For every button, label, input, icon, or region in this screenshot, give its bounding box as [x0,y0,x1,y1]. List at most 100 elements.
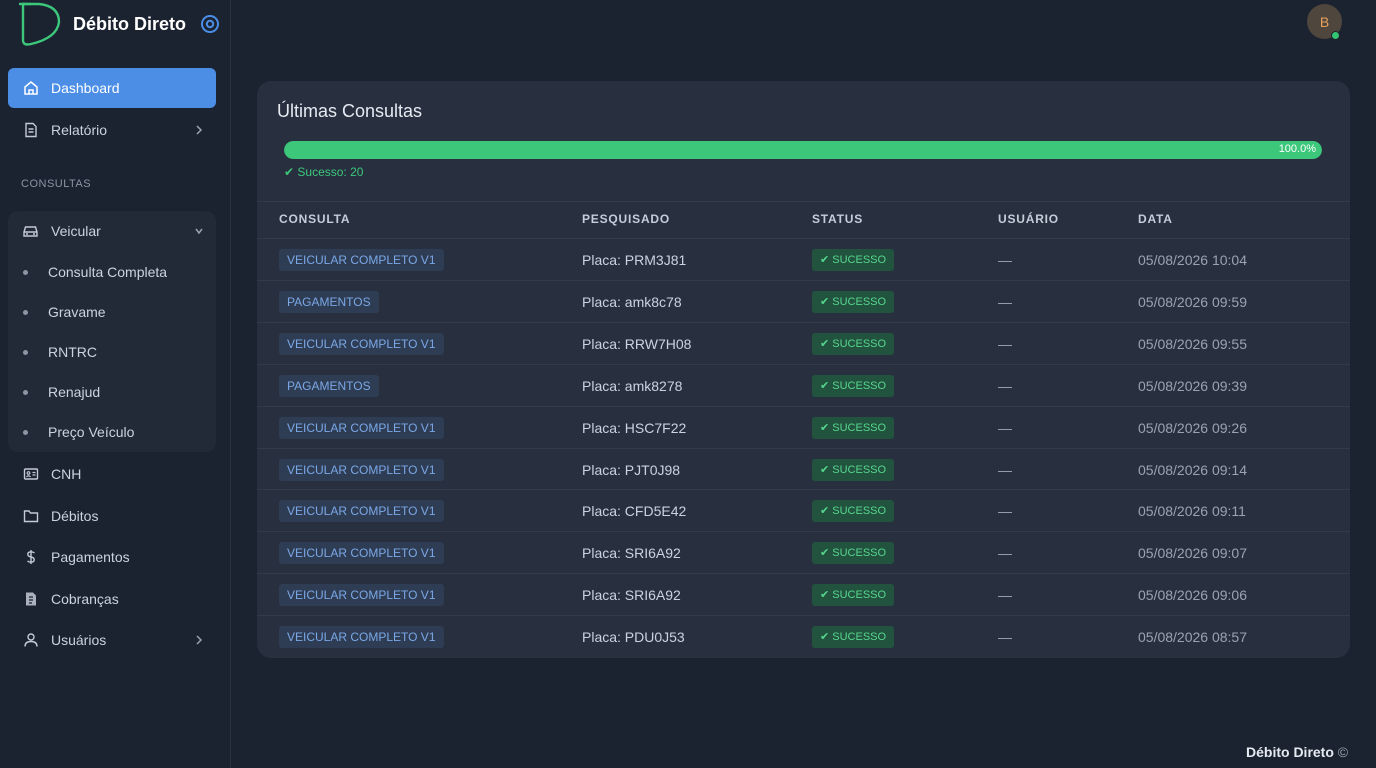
chevron-down-icon [195,228,203,235]
sidebar-item-label: Veicular [51,223,101,239]
consulta-tag: VEICULAR COMPLETO V1 [279,459,444,481]
consulta-tag: VEICULAR COMPLETO V1 [279,417,444,439]
receipt-icon [22,591,39,608]
subitem-consulta-completa[interactable]: Consulta Completa [23,262,167,282]
brand-title: Débito Direto [73,13,187,34]
cell-consulta: VEICULAR COMPLETO V1 [279,449,444,491]
home-icon [22,80,39,97]
consulta-tag: VEICULAR COMPLETO V1 [279,626,444,648]
table-row[interactable]: VEICULAR COMPLETO V1 Placa: HSC7F22 ✔ SUCE… [257,407,1350,449]
sidebar-item-pagamentos[interactable]: Pagamentos [8,537,216,577]
target-icon[interactable] [200,14,220,34]
status-badge: ✔ SUCESSO [812,417,895,439]
sidebar-item-label: Relatório [51,122,108,138]
consulta-tag: VEICULAR COMPLETO V1 [279,249,444,271]
cell-status: ✔ SUCESSO [812,574,895,616]
column-header-pesquisado: PESQUISADO [582,212,671,226]
cell-consulta: VEICULAR COMPLETO V1 [279,532,444,574]
cell-consulta: VEICULAR COMPLETO V1 [279,323,444,365]
table-row[interactable]: PAGAMENTOS Placa: amk8c78 ✔ SUCESSO — 05/08/… [257,281,1350,323]
cell-data: 05/08/2026 09:26 [1138,420,1247,436]
cell-status: ✔ SUCESSO [812,365,895,407]
table-row[interactable]: VEICULAR COMPLETO V1 Placa: PRM3J81 ✔ SUCE… [257,239,1350,281]
subitem-label: Consulta Completa [48,264,168,280]
consulta-tag: VEICULAR COMPLETO V1 [279,542,444,564]
sidebar-item-debitos[interactable]: Débitos [8,496,216,536]
cell-usuario: — [998,587,1012,603]
subitem-renajud[interactable]: Renajud [23,382,100,402]
subitem-rntrc[interactable]: RNTRC [23,342,97,362]
cell-usuario: — [998,336,1012,352]
sidebar: Débito Direto Dashboard Relatório CONSUL… [0,0,231,768]
status-badge: ✔ SUCESSO [812,249,895,271]
table-row[interactable]: VEICULAR COMPLETO V1 Placa: SRI6A92 ✔ SUCE… [257,574,1350,616]
progress-fill: 100.0% [284,141,1322,159]
sidebar-item-label: CNH [51,466,82,482]
sidebar-item-dashboard[interactable]: Dashboard [8,68,216,108]
cell-data: 05/08/2026 09:11 [1138,503,1246,519]
cell-consulta: VEICULAR COMPLETO V1 [279,616,444,658]
cell-pesquisado: Placa: CFD5E42 [582,503,687,519]
subitem-gravame[interactable]: Gravame [23,302,106,322]
cell-pesquisado: Placa: SRI6A92 [582,545,681,561]
cell-data: 05/08/2026 09:14 [1138,462,1247,478]
sidebar-item-veicular[interactable]: Veicular [8,211,216,251]
cell-status: ✔ SUCESSO [812,323,895,365]
cell-data: 05/08/2026 09:39 [1138,378,1247,394]
cell-usuario: — [998,294,1012,310]
status-badge: ✔ SUCESSO [812,626,895,648]
cell-consulta: PAGAMENTOS [279,365,379,407]
subitem-label: Renajud [48,384,101,400]
cell-usuario: — [998,462,1012,478]
sidebar-item-usuarios[interactable]: Usuários [8,620,216,660]
bullet-icon [23,389,28,395]
column-header-status: STATUS [812,212,864,226]
cell-pesquisado: Placa: amk8c78 [582,294,682,310]
column-header-usuario: USUÁRIO [998,212,1059,226]
cell-usuario: — [998,503,1012,519]
table-row[interactable]: VEICULAR COMPLETO V1 Placa: PDU0J53 ✔ SUCE… [257,616,1350,658]
cell-pesquisado: Placa: RRW7H08 [582,336,692,352]
chevron-right-icon [196,635,203,645]
recent-queries-card: Últimas Consultas 100.0% ✔ Sucesso: 20 C… [257,81,1350,658]
id-card-icon [22,466,39,483]
logo-icon [19,2,61,46]
success-count: ✔ Sucesso: 20 [284,165,364,179]
cell-status: ✔ SUCESSO [812,449,895,491]
car-icon [22,223,39,240]
status-badge: ✔ SUCESSO [812,333,895,355]
cell-pesquisado: Placa: PRM3J81 [582,252,687,268]
sidebar-item-label: Pagamentos [51,549,130,565]
document-icon [22,122,39,139]
status-badge: ✔ SUCESSO [812,542,895,564]
sidebar-item-label: Dashboard [51,80,120,96]
table-row[interactable]: VEICULAR COMPLETO V1 Placa: PJT0J98 ✔ SUCE… [257,449,1350,491]
cell-consulta: VEICULAR COMPLETO V1 [279,490,444,532]
status-badge: ✔ SUCESSO [812,375,895,397]
cell-pesquisado: Placa: HSC7F22 [582,420,687,436]
cell-consulta: VEICULAR COMPLETO V1 [279,239,444,281]
table-row[interactable]: VEICULAR COMPLETO V1 Placa: RRW7H08 ✔ SUCE… [257,323,1350,365]
cell-consulta: PAGAMENTOS [279,281,379,323]
divider [257,201,1350,202]
brand[interactable]: Débito Direto [17,0,220,48]
cell-data: 05/08/2026 09:59 [1138,294,1247,310]
chevron-right-icon [196,125,203,135]
cell-status: ✔ SUCESSO [812,616,895,658]
status-badge: ✔ SUCESSO [812,500,895,522]
column-header-consulta: CONSULTA [279,212,351,226]
sidebar-item-relatorio[interactable]: Relatório [8,110,216,150]
table-row[interactable]: VEICULAR COMPLETO V1 Placa: CFD5E42 ✔ SUCE… [257,490,1350,532]
cell-consulta: VEICULAR COMPLETO V1 [279,574,444,616]
subitem-preco-veiculo[interactable]: Preço Veículo [23,422,134,442]
table-row[interactable]: VEICULAR COMPLETO V1 Placa: SRI6A92 ✔ SUCE… [257,532,1350,574]
sidebar-item-cnh[interactable]: CNH [8,454,216,494]
cell-usuario: — [998,629,1012,645]
table-row[interactable]: PAGAMENTOS Placa: amk8278 ✔ SUCESSO — 05/08/… [257,365,1350,407]
cell-usuario: — [998,252,1012,268]
section-label-consultas: CONSULTAS [21,178,92,190]
sidebar-item-cobrancas[interactable]: Cobranças [8,579,216,619]
cell-pesquisado: Placa: SRI6A92 [582,587,681,603]
cell-status: ✔ SUCESSO [812,281,895,323]
bullet-icon [23,349,28,355]
